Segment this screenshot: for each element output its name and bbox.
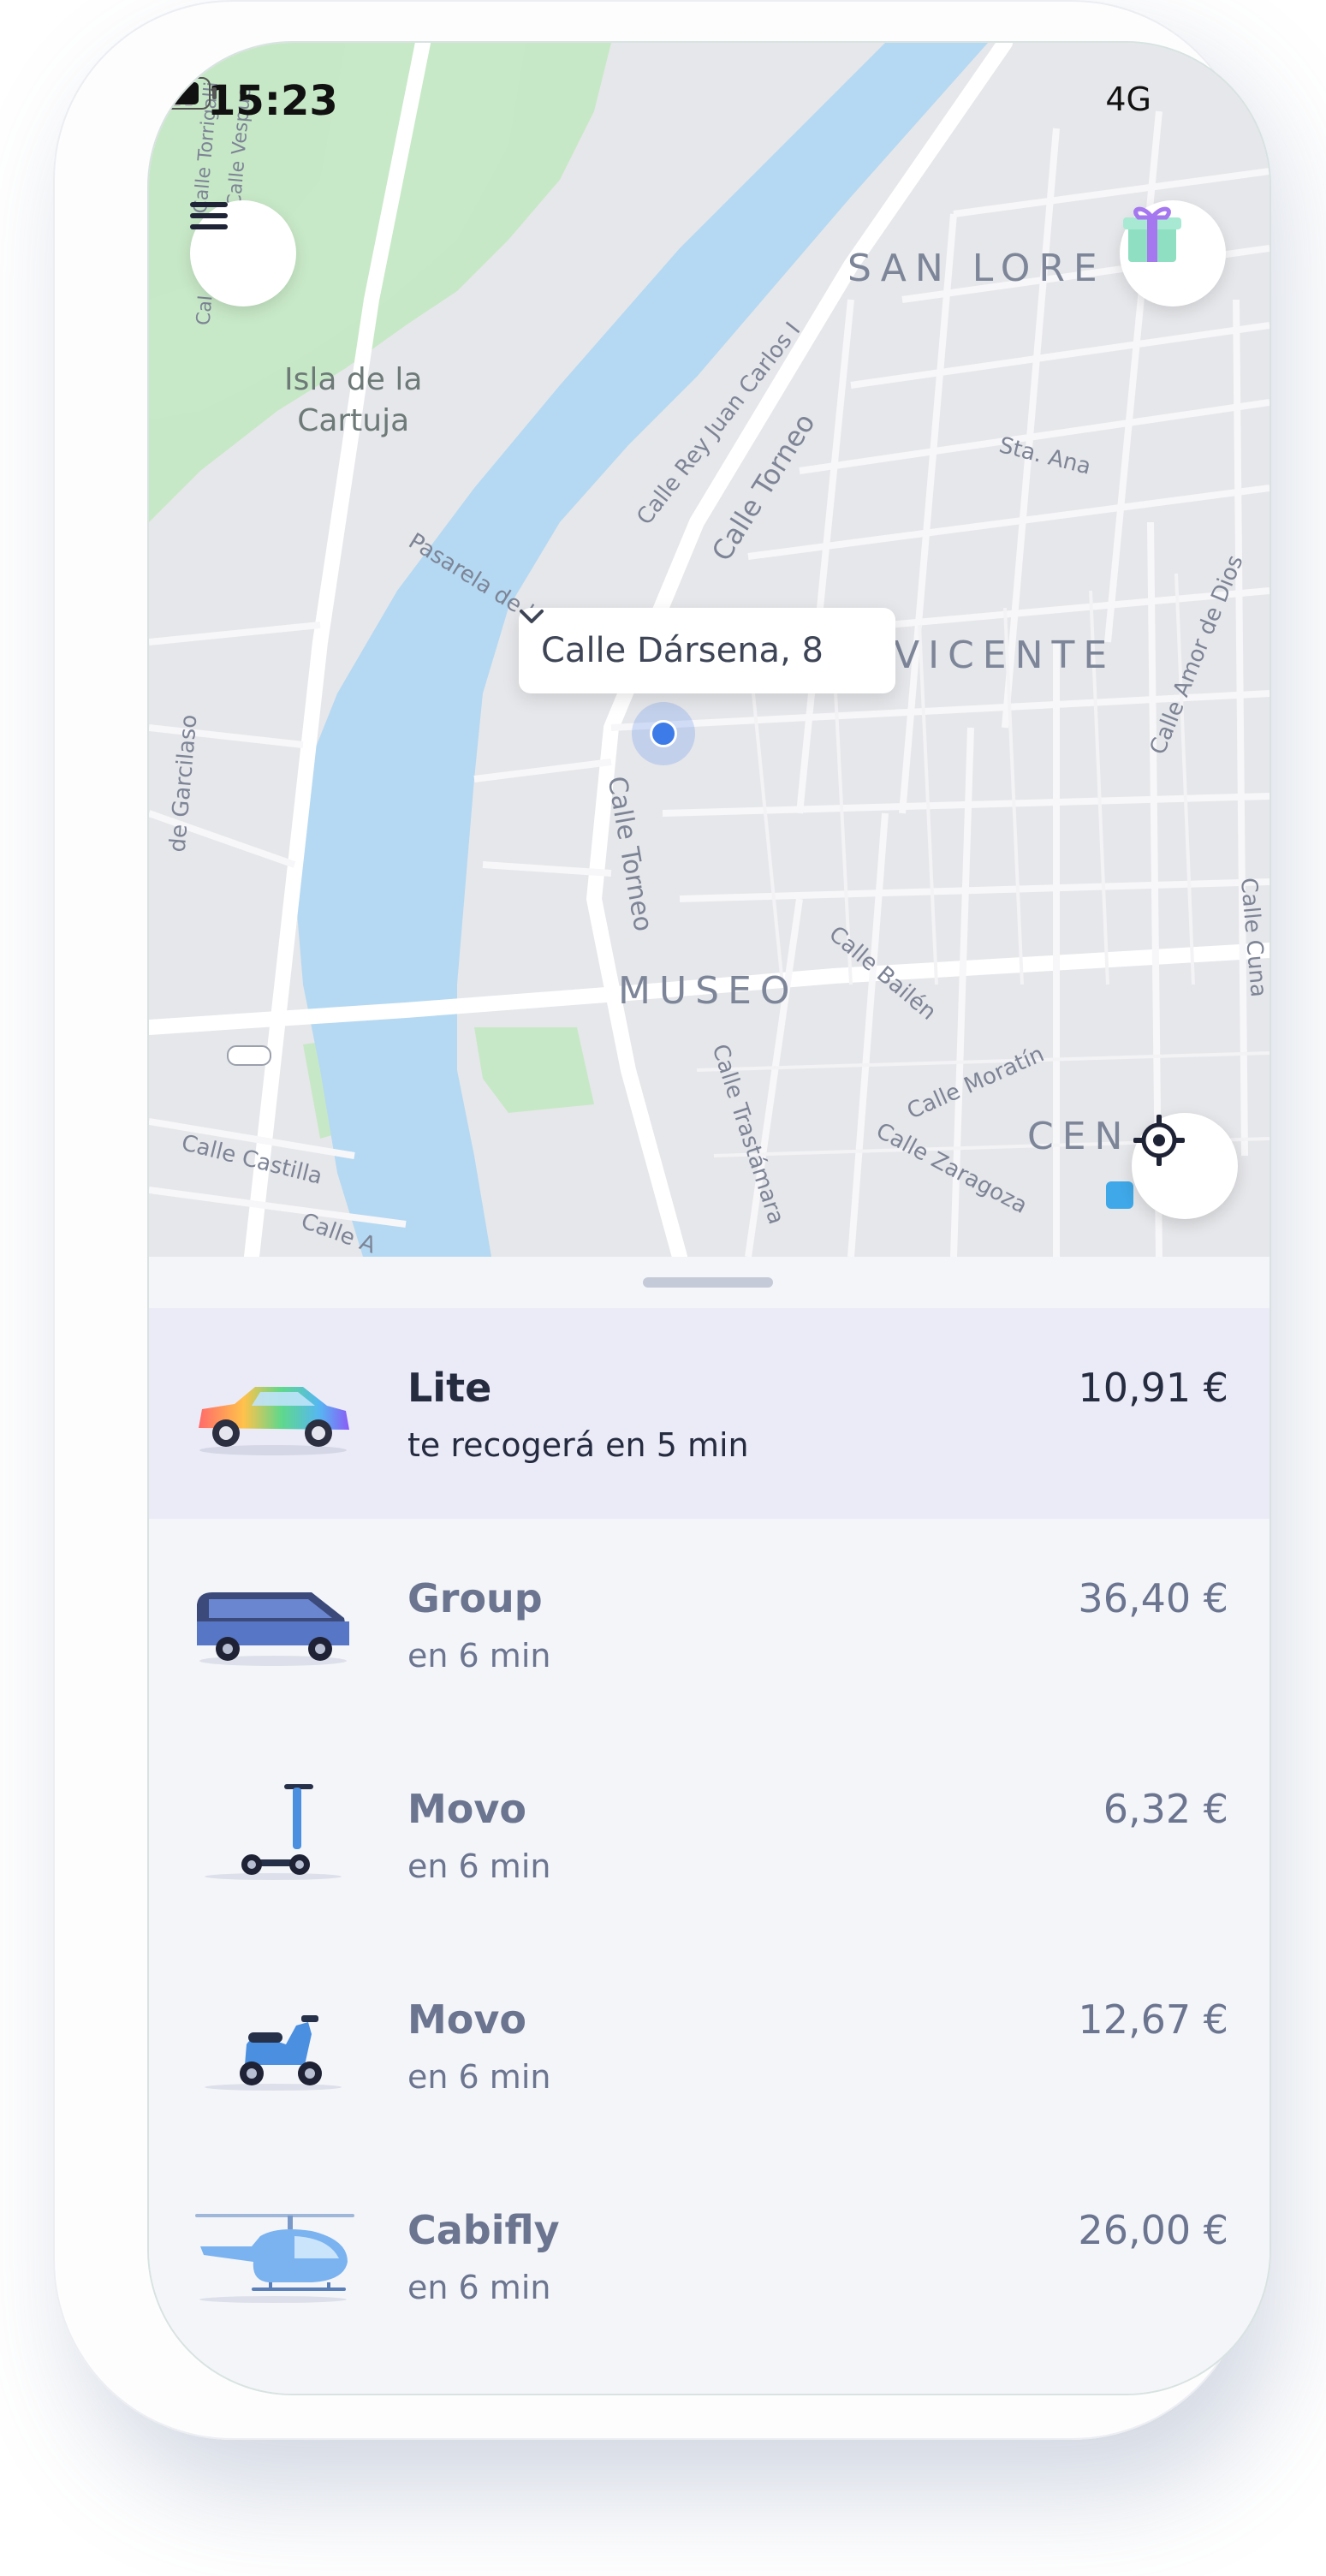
pickup-pin [632,702,695,765]
ride-option-movo-scooter[interactable]: Movo en 6 min 6,32 € [149,1729,1270,1940]
option-name: Movo [407,1996,526,2043]
option-eta: en 6 min [407,1847,551,1885]
hamburger-icon [190,202,228,229]
scooter-icon [205,1784,342,1880]
district-label: SAN LORE [847,247,1106,290]
gift-button[interactable] [1120,200,1226,306]
option-price: 36,40 € [1078,1575,1228,1621]
van-icon [197,1592,349,1666]
sheet-handle[interactable] [643,1277,773,1288]
ride-option-lite[interactable]: Lite te recogerá en 5 min 10,91 € [149,1308,1270,1519]
ride-option-movo-motorbike[interactable]: Movo en 6 min 12,67 € [149,1940,1270,2151]
gift-icon [1123,206,1181,262]
option-name: Movo [407,1786,526,1832]
status-bar: 15:23 4G [149,77,1270,128]
recenter-button[interactable] [1132,1113,1238,1219]
car-icon [199,1387,349,1455]
chevron-down-icon [520,610,544,623]
district-label: MUSEO [618,969,799,1013]
crosshair-icon [1133,1115,1185,1166]
park-label: Isla de la Cartuja [284,362,423,438]
option-price: 10,91 € [1078,1365,1228,1411]
phone-frame: Isla de la Cartuja SAN LORE VICENTE MUSEO… [53,0,1271,2440]
helicopter-icon [195,2214,354,2303]
district-label: VICENTE [894,634,1116,677]
ride-options-sheet[interactable]: Lite te recogerá en 5 min 10,91 € Group … [149,1257,1270,2394]
battery-icon [149,77,217,110]
address-text: Calle Dársena, 8 [541,631,824,670]
option-eta: te recogerá en 5 min [407,1426,749,1464]
ride-options-list: Lite te recogerá en 5 min 10,91 € Group … [149,1308,1270,2361]
motorbike-icon [205,2015,342,2091]
option-name: Group [407,1575,543,1621]
district-label: CEN [1027,1115,1132,1158]
option-price: 26,00 € [1078,2207,1228,2253]
network-type: 4G [1105,80,1151,118]
option-price: 6,32 € [1103,1786,1228,1832]
option-eta: en 6 min [407,2058,551,2096]
option-name: Cabifly [407,2207,560,2253]
menu-button[interactable] [190,200,296,306]
option-eta: en 6 min [407,1637,551,1675]
option-eta: en 6 min [407,2269,551,2306]
app-screen: Isla de la Cartuja SAN LORE VICENTE MUSEO… [147,41,1271,2395]
ride-option-cabifly[interactable]: Cabifly en 6 min 26,00 € [149,2151,1270,2361]
ride-option-group[interactable]: Group en 6 min 36,40 € [149,1519,1270,1729]
option-name: Lite [407,1365,492,1411]
map-view[interactable]: Isla de la Cartuja SAN LORE VICENTE MUSEO… [149,43,1270,1257]
option-price: 12,67 € [1078,1996,1228,2043]
street-label: Cal [193,294,217,327]
status-time: 15:23 [207,77,338,125]
address-selector[interactable]: Calle Dársena, 8 [519,608,895,693]
